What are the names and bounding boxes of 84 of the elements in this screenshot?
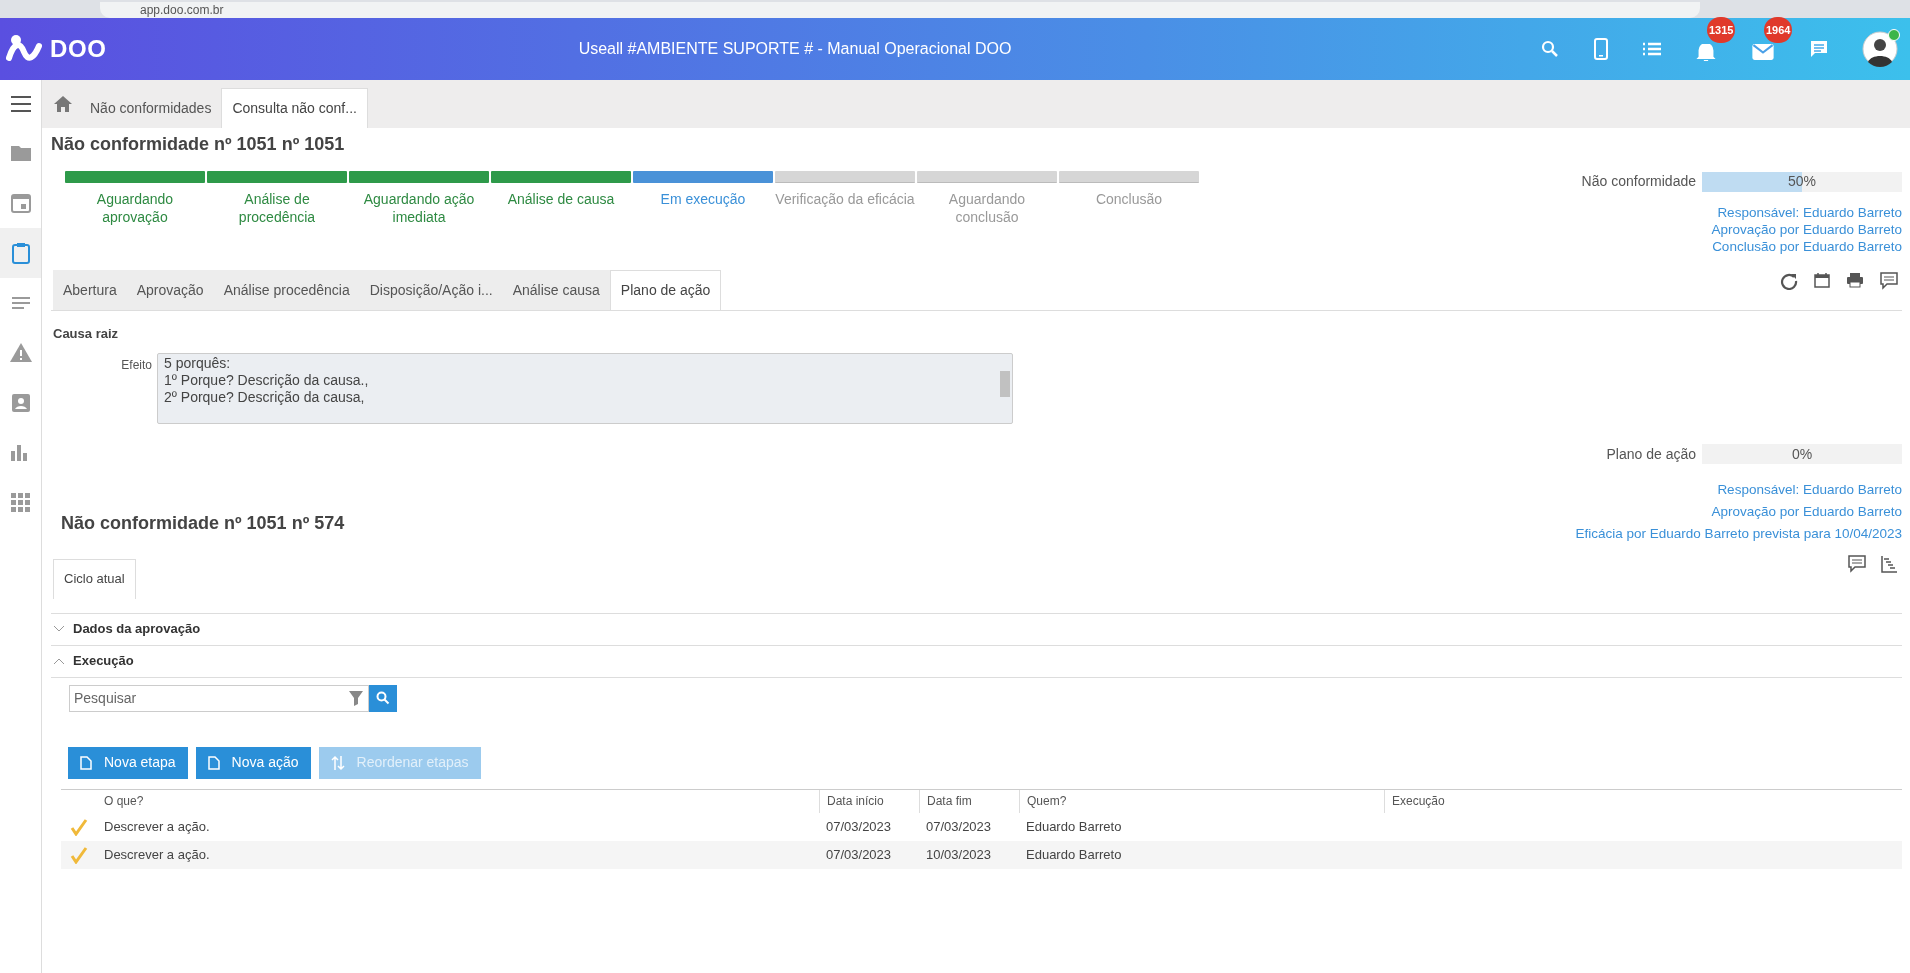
document-icon [80, 755, 92, 770]
table-cell-text: Eduardo Barreto [1025, 817, 1123, 836]
tab[interactable]: Aprovação [126, 270, 214, 310]
search-field[interactable]: Pesquisar [69, 684, 369, 712]
breadcrumb-tab[interactable]: Não conformidades [80, 88, 222, 128]
column-header[interactable]: O que? [97, 789, 819, 813]
column-header[interactable]: Quem? [1019, 789, 1384, 813]
table-cell-text: 10/03/2023 [925, 845, 993, 864]
text-line: 2º Porque? Descrição da causa, [164, 388, 366, 406]
document-icon [207, 755, 220, 770]
tab[interactable]: Abertura [53, 270, 127, 310]
search-button[interactable] [369, 684, 397, 712]
table-cell-text: 07/03/2023 [825, 817, 893, 836]
info-link[interactable]: Aprovação por Eduardo Barreto [1711, 221, 1902, 238]
progress-value: 50% [1787, 172, 1817, 191]
tab[interactable]: Ciclo atual [53, 558, 136, 599]
warning-icon[interactable] [8, 341, 33, 365]
avatar-icon[interactable] [1862, 31, 1898, 67]
window-title: Useall #AMBIENTE SUPORTE # - Manual Operacional DOO [577, 39, 1013, 59]
table-cell-text: 07/03/2023 [825, 845, 893, 864]
grid-icon[interactable] [8, 491, 33, 515]
step-label: Análise de causa [506, 190, 616, 208]
text-line: 5 porquês: [164, 354, 232, 372]
table-cell-text: Descrever a ação. [103, 845, 211, 864]
info-link[interactable]: Responsável: Eduardo Barreto [1717, 478, 1902, 501]
step-label: Verificação da eficácia [775, 190, 915, 208]
tab[interactable]: Análise procedência [213, 270, 360, 310]
list-icon[interactable] [1642, 41, 1662, 57]
progress-label: Não conformidade [1581, 172, 1696, 191]
field-label: Efeito [120, 356, 152, 374]
chevron-up-icon[interactable] [53, 657, 65, 665]
table-cell-text: 07/03/2023 [925, 817, 993, 836]
column-header[interactable]: Data início [819, 789, 919, 813]
refresh-icon[interactable] [1780, 272, 1798, 290]
step-label: Conclusão [1094, 190, 1164, 208]
info-link[interactable]: Aprovação por Eduardo Barreto [1711, 500, 1902, 523]
action-button[interactable]: Nova etapa [68, 746, 188, 779]
sub-title: Não conformidade nº 1051 nº 574 [61, 511, 345, 535]
filter-icon[interactable] [348, 689, 364, 706]
step-label: Análise de procedência [237, 190, 317, 226]
chat-icon[interactable] [1809, 39, 1829, 59]
text-area[interactable]: 5 porquês: 1º Porque? Descrição da causa., 2º Porque? Descrição da causa, [157, 352, 1013, 424]
home-icon[interactable] [53, 95, 73, 113]
logo-icon [6, 34, 42, 64]
text-line: 1º Porque? Descrição da causa., [164, 371, 370, 389]
address-bar[interactable]: app.doo.com.br [100, 2, 1700, 18]
panel-header[interactable]: Dados da aprovação [73, 619, 201, 639]
step-label: Em execução [659, 190, 747, 208]
section-title: Causa raiz [53, 325, 120, 343]
info-link[interactable]: Conclusão por Eduardo Barreto [1712, 238, 1902, 255]
column-header[interactable]: Data fim [919, 789, 1019, 813]
breadcrumb-tab[interactable]: Consulta não conf... [221, 88, 368, 128]
mail-icon[interactable] [1752, 44, 1774, 61]
tab[interactable]: Plano de ação [609, 270, 722, 310]
comment-icon[interactable] [1848, 554, 1866, 573]
tab[interactable]: Disposição/Ação i... [359, 270, 503, 310]
tab[interactable]: Análise causa [502, 270, 610, 310]
progress-value: 0% [1790, 444, 1814, 464]
progress-label: Plano de ação [1606, 444, 1696, 464]
gantt-icon[interactable] [1880, 554, 1898, 573]
comment-icon[interactable] [1880, 272, 1898, 290]
info-link[interactable]: Eficácia por Eduardo Barreto prevista para 10/04/2023 [1575, 522, 1902, 545]
step-label: Aguardando ação imediata [362, 190, 476, 226]
search-icon [376, 691, 390, 705]
menu-icon[interactable] [9, 95, 32, 113]
panel-header[interactable]: Execução [73, 651, 134, 671]
search-icon[interactable] [1540, 39, 1560, 59]
phone-icon[interactable] [1593, 38, 1609, 60]
chevron-down-icon[interactable] [53, 625, 65, 633]
notification-badge: 1315 [1707, 17, 1736, 43]
print-icon[interactable] [1846, 272, 1864, 288]
step-label: Aguardando conclusão [947, 190, 1027, 226]
logo-text: DOO [50, 34, 107, 64]
info-link[interactable]: Responsável: Eduardo Barreto [1717, 204, 1902, 221]
notification-badge: 1964 [1764, 17, 1793, 43]
step-label: Aguardando aprovação [95, 190, 175, 226]
table-cell-text: Eduardo Barreto [1025, 845, 1123, 864]
sort-arrows-icon [330, 754, 345, 771]
column-header[interactable]: Execução [1384, 789, 1902, 813]
table-cell-text: Descrever a ação. [103, 817, 211, 836]
calendar-icon[interactable] [1814, 272, 1830, 288]
action-button[interactable]: Nova ação [195, 746, 311, 779]
bell-icon[interactable] [1695, 44, 1717, 61]
page-title: Não conformidade nº 1051 nº 1051 [51, 133, 346, 156]
